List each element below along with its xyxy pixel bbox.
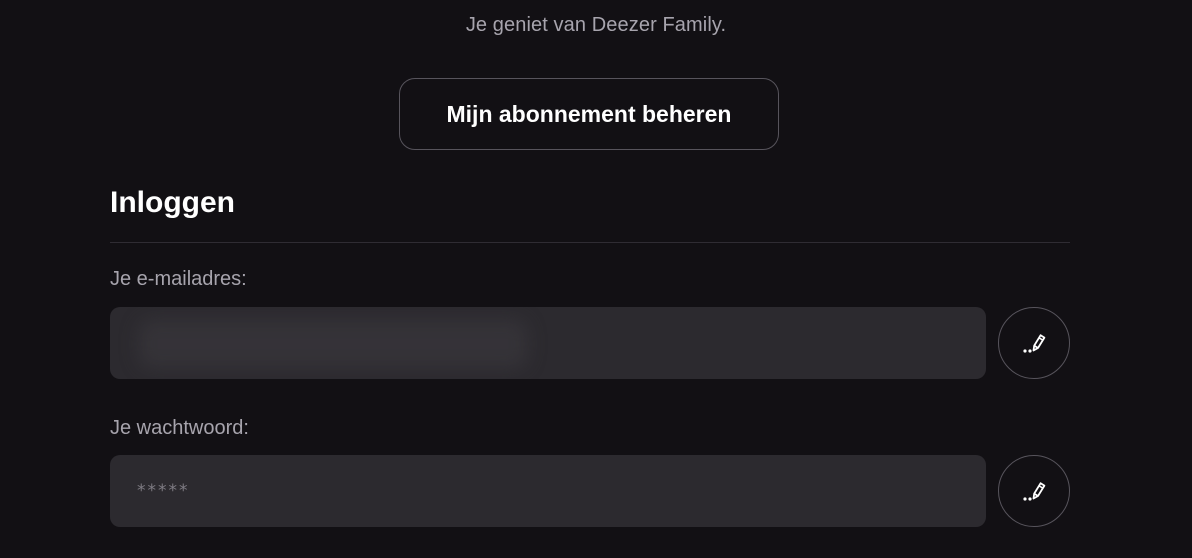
account-settings-page: Je geniet van Deezer Family. Mijn abonne… [0,0,1192,558]
pencil-edit-icon [1021,330,1047,356]
login-section-title: Inloggen [110,186,235,219]
edit-password-button[interactable] [998,455,1070,527]
subscription-status-text: Je geniet van Deezer Family. [465,14,727,36]
email-field[interactable] [110,307,986,379]
email-label: Je e-mailadres: [110,268,247,290]
password-field[interactable]: ***** [110,455,986,527]
edit-email-button[interactable] [998,307,1070,379]
password-masked-value: ***** [137,481,190,501]
section-divider [110,242,1070,243]
password-label: Je wachtwoord: [110,417,249,439]
pencil-edit-icon [1021,478,1047,504]
email-value-blurred [138,319,528,369]
manage-subscription-button[interactable]: Mijn abonnement beheren [399,78,779,150]
